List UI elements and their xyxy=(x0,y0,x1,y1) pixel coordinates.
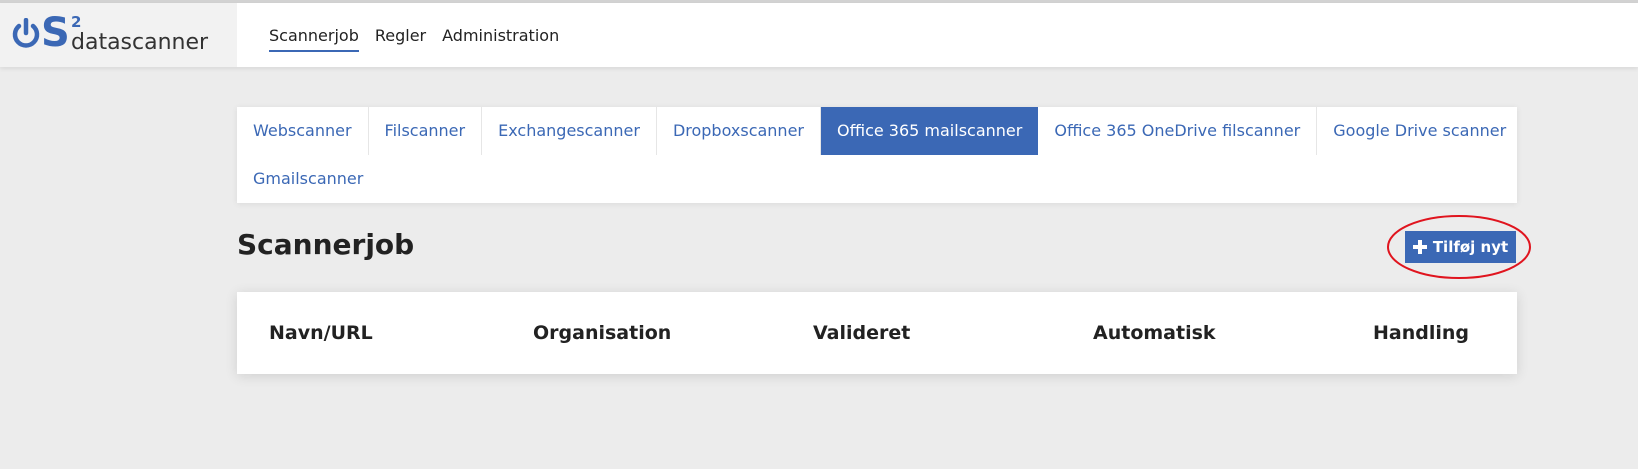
logo-name: datascanner xyxy=(71,30,209,55)
tab-exchangescanner[interactable]: Exchangescanner xyxy=(482,107,657,155)
tab-webscanner[interactable]: Webscanner xyxy=(237,107,369,155)
nav-item-regler[interactable]: Regler xyxy=(375,25,426,52)
power-icon xyxy=(12,18,40,48)
tab-office365-onedrive-filscanner[interactable]: Office 365 OneDrive filscanner xyxy=(1038,107,1318,155)
tab-google-drive-scanner[interactable]: Google Drive scanner xyxy=(1317,107,1522,155)
nav-item-scannerjob[interactable]: Scannerjob xyxy=(269,25,359,52)
add-new-button[interactable]: Tilføj nyt xyxy=(1405,231,1516,263)
tab-gmailscanner[interactable]: Gmailscanner xyxy=(237,155,379,203)
logo-superscript: 2 xyxy=(71,13,82,31)
tab-dropboxscanner[interactable]: Dropboxscanner xyxy=(657,107,821,155)
tab-filscanner[interactable]: Filscanner xyxy=(369,107,483,155)
plus-icon xyxy=(1412,240,1427,254)
column-header-navn-url[interactable]: Navn/URL xyxy=(269,320,373,346)
column-header-organisation[interactable]: Organisation xyxy=(533,320,671,346)
app-header: S 2 datascanner Scannerjob Regler Admini… xyxy=(0,3,1638,67)
column-header-valideret[interactable]: Valideret xyxy=(813,320,910,346)
scanner-type-tabs: Webscanner Filscanner Exchangescanner Dr… xyxy=(237,107,1517,203)
scannerjob-table: Navn/URL Organisation Valideret Automati… xyxy=(237,292,1517,374)
logo-mark: S xyxy=(41,10,70,56)
add-new-button-label: Tilføj nyt xyxy=(1432,238,1509,256)
main-nav: Scannerjob Regler Administration xyxy=(269,25,559,52)
logo[interactable]: S 2 datascanner xyxy=(0,3,237,67)
tab-office365-mailscanner[interactable]: Office 365 mailscanner xyxy=(821,107,1039,155)
column-header-automatisk[interactable]: Automatisk xyxy=(1093,320,1216,346)
page-title: Scannerjob xyxy=(237,228,415,261)
column-header-handling: Handling xyxy=(1373,322,1470,344)
nav-item-administration[interactable]: Administration xyxy=(442,25,559,52)
